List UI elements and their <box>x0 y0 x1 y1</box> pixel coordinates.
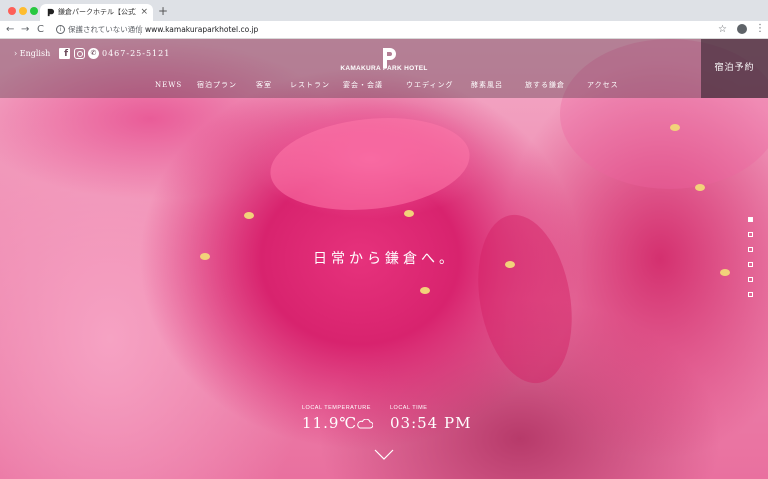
forward-button[interactable]: → <box>21 23 29 36</box>
slide-dot[interactable] <box>748 262 753 267</box>
profile-avatar-icon[interactable] <box>737 24 747 34</box>
close-window-button[interactable] <box>8 7 16 15</box>
scroll-down-chevron-icon[interactable] <box>374 449 394 461</box>
instagram-icon[interactable] <box>74 48 85 59</box>
flower-stamen <box>670 124 680 131</box>
hero-petal <box>265 108 475 220</box>
security-status[interactable]: 保護されていない通信 <box>68 24 143 36</box>
nav-banquet[interactable]: 宴会・会議 <box>343 80 383 91</box>
maximize-window-button[interactable] <box>30 7 38 15</box>
tab-strip: 鎌倉パークホテル【公式】| KA × + <box>0 0 768 21</box>
flower-stamen <box>244 212 254 219</box>
temperature-label: LOCAL TEMPERATURE <box>302 405 371 411</box>
slide-dot[interactable] <box>748 232 753 237</box>
reserve-button[interactable]: 宿泊予約 <box>701 39 768 98</box>
hero-section: › English f ✆ 0467-25-5121 KAMAKURA PARK… <box>0 39 768 479</box>
time-label: LOCAL TIME <box>390 405 428 411</box>
temperature-value: 11.9℃ <box>302 414 358 432</box>
site-header: › English f ✆ 0467-25-5121 KAMAKURA PARK… <box>0 39 768 98</box>
omnibox-divider <box>140 25 141 35</box>
info-icon[interactable]: i <box>56 25 65 34</box>
slide-dot[interactable] <box>748 247 753 252</box>
nav-wedding[interactable]: ウエディング <box>406 80 454 91</box>
phone-icon: ✆ <box>88 48 99 59</box>
hotel-logo-text[interactable]: KAMAKURA PARK HOTEL <box>338 65 430 73</box>
browser-toolbar: ← → C i 保護されていない通信 www.kamakuraparkhotel… <box>0 21 768 39</box>
facebook-icon[interactable]: f <box>59 48 70 59</box>
nav-restaurant[interactable]: レストラン <box>290 80 330 91</box>
hero-petal <box>465 207 585 391</box>
flower-stamen <box>695 184 705 191</box>
time-value: 03:54 PM <box>390 414 472 432</box>
nav-rooms[interactable]: 客室 <box>256 80 272 91</box>
hero-catchcopy: 日常から鎌倉へ。 <box>313 251 457 267</box>
slide-indicator <box>748 217 756 307</box>
flower-stamen <box>420 287 430 294</box>
slide-dot[interactable] <box>748 292 753 297</box>
browser-menu-icon[interactable]: ⋮ <box>755 22 765 35</box>
flower-stamen <box>404 210 414 217</box>
browser-window: 鎌倉パークホテル【公式】| KA × + ← → C i 保護されていない通信 … <box>0 0 768 479</box>
address-bar[interactable]: i 保護されていない通信 www.kamakuraparkhotel.co.jp <box>52 23 712 37</box>
slide-dot[interactable] <box>748 277 753 282</box>
nav-travel-kamakura[interactable]: 旅する鎌倉 <box>525 80 565 91</box>
flower-stamen <box>720 269 730 276</box>
nav-news[interactable]: NEWS <box>155 80 182 91</box>
nav-stay-plans[interactable]: 宿泊プラン <box>197 80 237 91</box>
phone-number[interactable]: 0467-25-5121 <box>102 48 170 60</box>
flower-stamen <box>200 253 210 260</box>
slide-dot[interactable] <box>748 217 753 222</box>
tab-close-icon[interactable]: × <box>140 6 148 18</box>
reload-button[interactable]: C <box>37 23 44 36</box>
tab-title: 鎌倉パークホテル【公式】| KA <box>58 8 136 16</box>
new-tab-button[interactable]: + <box>158 4 168 18</box>
cloud-icon <box>357 419 373 429</box>
bookmark-star-icon[interactable]: ☆ <box>718 23 727 36</box>
url-text[interactable]: www.kamakuraparkhotel.co.jp <box>145 24 258 36</box>
nav-enzyme-bath[interactable]: 酵素風呂 <box>471 80 503 91</box>
minimize-window-button[interactable] <box>19 7 27 15</box>
global-nav: NEWS 宿泊プラン 客室 レストラン 宴会・会議 ウエディング 酵素風呂 旅す… <box>0 80 768 92</box>
nav-access[interactable]: アクセス <box>587 80 619 91</box>
back-button[interactable]: ← <box>6 23 14 36</box>
browser-tab[interactable]: 鎌倉パークホテル【公式】| KA × <box>40 4 153 21</box>
site-favicon-icon <box>47 8 55 17</box>
english-link[interactable]: › English <box>14 48 50 60</box>
flower-stamen <box>505 261 515 268</box>
